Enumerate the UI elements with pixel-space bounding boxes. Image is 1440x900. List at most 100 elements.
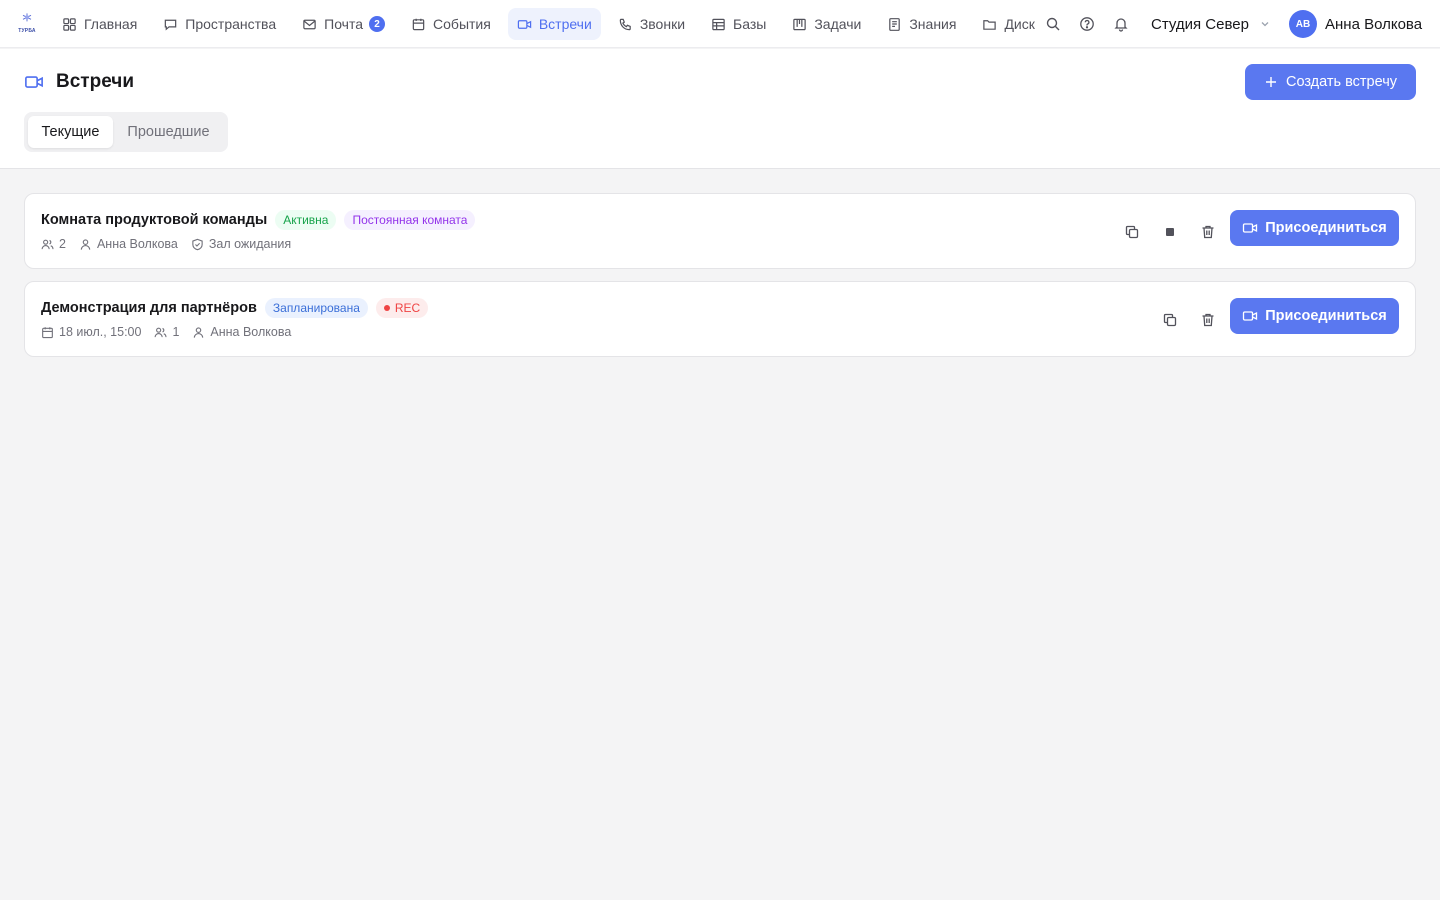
mail-icon: [303, 19, 316, 29]
nav-label: События: [433, 16, 491, 32]
join-button[interactable]: Присоединиться: [1230, 210, 1399, 246]
copy-link-button[interactable]: [1118, 218, 1146, 246]
nav-item-bases[interactable]: Базы: [702, 8, 775, 40]
user-menu[interactable]: АВ Анна Волкова: [1289, 10, 1422, 38]
nav-label: Почта: [324, 16, 364, 32]
participants-value: 1: [172, 325, 180, 339]
meeting-tabs: Текущие Прошедшие: [24, 112, 228, 152]
help-button[interactable]: [1077, 14, 1097, 34]
meeting-title-row: Демонстрация для партнёров Запланирована…: [41, 298, 429, 318]
create-meeting-button[interactable]: Создать встречу: [1245, 64, 1416, 100]
calendar-icon: [42, 326, 53, 338]
video-icon: [517, 19, 532, 29]
copy-icon: [1125, 225, 1139, 239]
nav-label: Задачи: [814, 16, 862, 32]
meeting-title: Демонстрация для партнёров: [41, 300, 257, 316]
status-badge: Запланирована: [264, 298, 368, 318]
calendar-icon: [412, 18, 425, 30]
shield-check-icon: [192, 238, 203, 250]
page-header: Встречи Создать встречу Текущие Прошедши…: [0, 49, 1440, 169]
video-icon: [1243, 223, 1258, 233]
workspace-switcher[interactable]: Студия Север: [1151, 14, 1271, 34]
owner-name: Анна Волкова: [96, 237, 178, 251]
meeting-card: Комната продуктовой команды Активна Пост…: [24, 193, 1416, 269]
copy-link-button[interactable]: [1156, 306, 1184, 334]
page-title: Встречи: [56, 71, 135, 92]
delete-meeting-button[interactable]: [1194, 218, 1222, 246]
user-icon: [194, 326, 204, 338]
meeting-meta: 2 Анна Волкова Зал ожидания: [41, 236, 304, 252]
create-meeting-label: Создать встречу: [1285, 74, 1397, 90]
nav-item-disk[interactable]: Диск: [973, 8, 1043, 40]
page-title-wrap: Встречи: [24, 71, 134, 93]
logo-text: ТУРБА: [18, 28, 36, 34]
recording-dot-icon: [383, 305, 390, 311]
search-icon: [1046, 17, 1060, 31]
chat-icon: [165, 19, 177, 30]
join-label: Присоединиться: [1265, 220, 1387, 236]
stop-icon: [1166, 228, 1174, 236]
nav-item-knowledge[interactable]: Знания: [878, 8, 965, 40]
nav-item-tasks[interactable]: Задачи: [783, 8, 870, 40]
nav-item-meetings[interactable]: Встречи: [507, 8, 601, 40]
waiting-room-label: Зал ожидания: [208, 237, 292, 251]
nav-label: Звонки: [639, 16, 686, 32]
main-nav: Главная Пространства Почта 2 События Вст…: [53, 8, 1052, 40]
join-button[interactable]: Присоединиться: [1230, 298, 1399, 334]
table-icon: [712, 18, 725, 30]
nav-item-spaces[interactable]: Пространства: [154, 8, 285, 40]
search-button[interactable]: [1043, 14, 1063, 34]
help-icon: [1080, 17, 1094, 31]
trash-icon: [1202, 225, 1214, 239]
tab-current[interactable]: Текущие: [28, 116, 113, 148]
nav-item-home[interactable]: Главная: [53, 8, 146, 40]
meeting-card: Демонстрация для партнёров Запланирована…: [24, 281, 1416, 357]
chevron-down-icon: [1261, 22, 1269, 27]
user-name: Анна Волкова: [1325, 15, 1423, 33]
stop-meeting-button[interactable]: [1156, 218, 1184, 246]
notifications-button[interactable]: [1111, 14, 1131, 34]
copy-icon: [1163, 313, 1177, 327]
folder-icon: [983, 19, 997, 30]
room-type-badge: Постоянная комната: [344, 210, 476, 230]
trash-icon: [1202, 313, 1214, 327]
mail-unread-badge: 2: [369, 16, 386, 32]
plus-icon: [1265, 77, 1276, 87]
video-icon: [1243, 311, 1258, 321]
tab-past[interactable]: Прошедшие: [113, 116, 224, 148]
meeting-title-row: Комната продуктовой команды Активна Пост…: [41, 210, 476, 230]
nav-label: Встречи: [538, 16, 592, 32]
participants-count: 1: [154, 325, 179, 339]
nav-item-calls[interactable]: Звонки: [609, 8, 694, 40]
recording-badge: REC: [375, 298, 429, 318]
nav-label: Базы: [733, 16, 767, 32]
meeting-meta: 18 июл., 15:00 1 Анна Волкова: [41, 324, 304, 340]
nav-label: Пространства: [185, 16, 277, 32]
users-icon: [155, 327, 167, 337]
date-value: 18 июл., 15:00: [59, 325, 142, 339]
grid-icon: [63, 17, 76, 31]
users-icon: [41, 239, 54, 249]
delete-meeting-button[interactable]: [1194, 306, 1222, 334]
owner-name: Анна Волкова: [210, 325, 292, 339]
app-logo[interactable]: ТУРБА: [16, 12, 38, 36]
meeting-owner: Анна Волкова: [192, 325, 291, 339]
logo-icon: [22, 13, 32, 22]
book-icon: [889, 17, 901, 31]
participants-count: 2: [41, 237, 66, 251]
nav-label: Знания: [909, 16, 957, 32]
user-icon: [80, 238, 91, 250]
join-label: Присоединиться: [1265, 308, 1387, 324]
kanban-icon: [793, 18, 807, 30]
recording-label: REC: [394, 301, 421, 315]
nav-label: Диск: [1004, 16, 1035, 32]
nav-item-mail[interactable]: Почта 2: [293, 8, 394, 40]
nav-item-events[interactable]: События: [402, 8, 500, 40]
workspace-name: Студия Север: [1151, 15, 1249, 33]
meeting-owner: Анна Волкова: [79, 237, 178, 251]
bell-icon: [1114, 18, 1128, 32]
status-badge: Активна: [275, 210, 337, 230]
avatar: АВ: [1289, 10, 1317, 38]
video-icon: [25, 76, 43, 88]
participants-value: 2: [59, 237, 66, 251]
